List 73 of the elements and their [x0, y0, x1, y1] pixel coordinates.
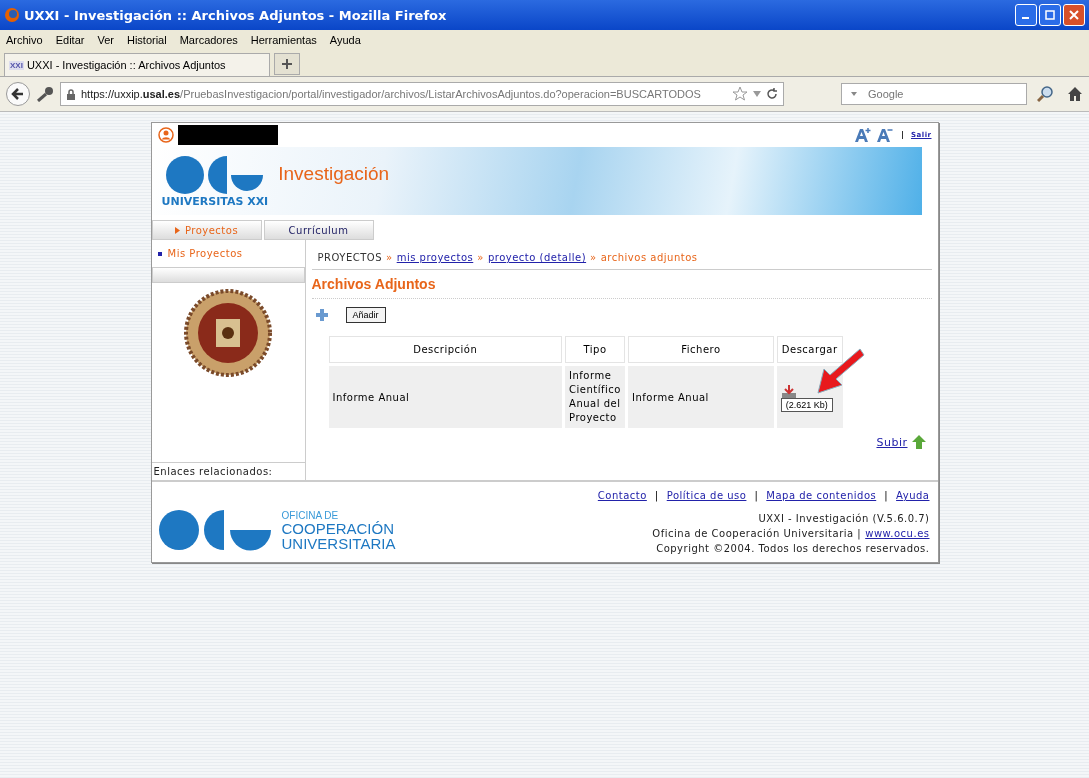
- increase-font-icon[interactable]: [853, 127, 872, 143]
- column-header: Descripción: [328, 336, 563, 363]
- site-icon: XXI: [9, 60, 24, 70]
- page-heading: Archivos Adjuntos: [311, 270, 932, 299]
- plus-icon: [315, 309, 328, 321]
- column-header: Fichero: [628, 336, 774, 363]
- back-to-top-link[interactable]: Subir: [876, 435, 908, 449]
- browser-logo-icon: [4, 7, 20, 23]
- browser-tab[interactable]: XXI UXXI - Investigación :: Archivos Adjuntos: [4, 53, 270, 76]
- up-arrow-icon[interactable]: [911, 435, 926, 449]
- logo-text: UNIVERSITAS XXI: [161, 194, 269, 208]
- logo-text: UNIVERSITARIA: [281, 535, 396, 551]
- menu-item[interactable]: Archivo: [6, 34, 43, 46]
- copyright-text: Copyright ©2004. Todos los derechos reservados.: [656, 543, 930, 554]
- table-cell: Informe Científico Anual del Proyecto: [565, 366, 626, 428]
- lock-icon: [66, 88, 76, 100]
- close-button[interactable]: [1063, 4, 1085, 26]
- dropdown-icon[interactable]: [851, 92, 857, 96]
- menu-item[interactable]: Historial: [126, 34, 167, 46]
- maximize-button[interactable]: [1039, 4, 1061, 26]
- download-icon[interactable]: [780, 384, 797, 399]
- menu-item[interactable]: Marcadores: [179, 34, 238, 46]
- app-name: Investigación: [278, 163, 390, 185]
- footer-link[interactable]: Contacto: [597, 490, 647, 501]
- address-bar[interactable]: https://uxxip.usal.es/PruebasInvestigacion/portal/investigador/archivos/ListarArchivosAdjuntos.do?operacion=BUSCARTODOS: [60, 82, 784, 106]
- link-separator: |: [654, 490, 659, 501]
- organization-text: Oficina de Cooperación Universitaria |: [652, 528, 862, 539]
- website-link[interactable]: www.ocu.es: [865, 528, 930, 539]
- nav-tab[interactable]: Currículum: [263, 220, 374, 240]
- version-text: UXXI - Investigación (V.5.6.0.7): [758, 513, 930, 524]
- link-separator: |: [754, 490, 759, 501]
- add-button[interactable]: Añadir: [345, 307, 386, 323]
- triangle-icon: [174, 226, 180, 234]
- maximize-icon[interactable]: [1045, 10, 1055, 20]
- breadcrumb-separator: »: [590, 252, 597, 263]
- new-tab-button[interactable]: [274, 53, 300, 75]
- link-separator: |: [884, 490, 889, 501]
- column-header: Tipo: [565, 336, 626, 363]
- menu-item[interactable]: Ayuda: [329, 34, 361, 46]
- footer-link[interactable]: Política de uso: [666, 490, 747, 501]
- reload-icon[interactable]: [766, 88, 778, 100]
- menu-item[interactable]: Ver: [97, 34, 114, 46]
- logo-text: OFICINA DE: [281, 509, 340, 521]
- plus-icon[interactable]: [281, 58, 293, 70]
- user-icon: [157, 127, 174, 143]
- table-cell: Informe Anual: [628, 366, 774, 428]
- logo-text: COOPERACIÓN: [281, 520, 395, 536]
- back-button[interactable]: [6, 82, 30, 106]
- search-field[interactable]: Google: [841, 83, 1027, 105]
- file-size-label: (2.621 Kb): [780, 397, 833, 412]
- section-label: PROYECTOS: [317, 252, 383, 263]
- close-icon[interactable]: [1069, 10, 1079, 20]
- footer-link[interactable]: Ayuda: [896, 490, 930, 501]
- current-page-label: archivos adjuntos: [600, 252, 698, 263]
- menu-item[interactable]: Herramientas: [250, 34, 317, 46]
- breadcrumb-link[interactable]: proyecto (detalle): [487, 252, 587, 263]
- window-title: UXXI - Investigación :: Archivos Adjuntos - Mozilla Firefox: [24, 7, 448, 23]
- decrease-font-icon[interactable]: [875, 127, 894, 143]
- back-arrow-icon[interactable]: [11, 87, 25, 101]
- table-cell: Informe Anual: [328, 366, 563, 428]
- home-icon[interactable]: [1067, 86, 1083, 102]
- minimize-button[interactable]: [1015, 4, 1037, 26]
- footer-link[interactable]: Mapa de contenidos: [766, 490, 877, 501]
- dropdown-icon[interactable]: [753, 91, 761, 97]
- menu-item[interactable]: Editar: [55, 34, 85, 46]
- column-header: Descargar: [776, 336, 843, 363]
- breadcrumb-separator: »: [477, 252, 484, 263]
- star-icon[interactable]: [732, 86, 748, 102]
- breadcrumb-link[interactable]: mis proyectos: [396, 252, 474, 263]
- key-icon: [36, 86, 54, 102]
- search-icon[interactable]: [1037, 85, 1055, 103]
- breadcrumb-separator: »: [386, 252, 393, 263]
- related-links-label: Enlaces relacionados:: [151, 462, 305, 480]
